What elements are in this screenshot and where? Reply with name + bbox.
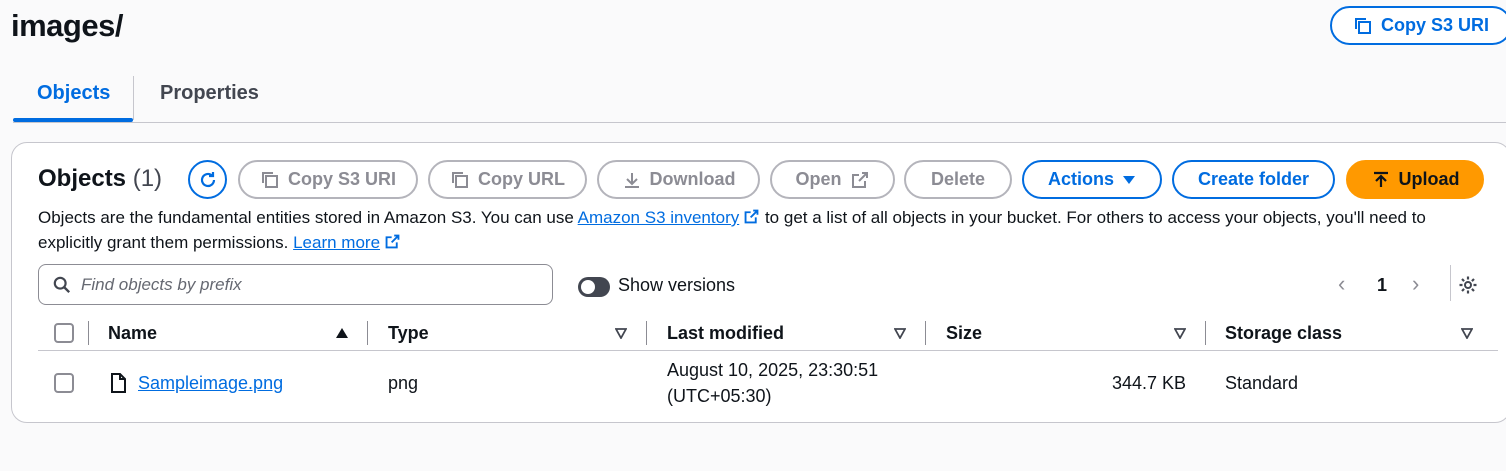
open-label: Open bbox=[795, 169, 842, 189]
search-input[interactable] bbox=[81, 274, 521, 295]
sort-icon[interactable] bbox=[1174, 327, 1186, 339]
sort-icon[interactable] bbox=[1461, 327, 1473, 339]
object-type: png bbox=[388, 373, 419, 393]
learn-more-link[interactable]: Learn more bbox=[293, 233, 380, 252]
previous-page-icon[interactable]: ‹ bbox=[1338, 271, 1345, 297]
tabs-divider-line bbox=[13, 122, 1506, 123]
column-separator bbox=[1205, 321, 1206, 345]
show-versions-toggle[interactable] bbox=[578, 277, 610, 297]
objects-title: Objects bbox=[38, 165, 127, 192]
table-header-divider bbox=[38, 350, 1498, 351]
refresh-icon bbox=[198, 170, 218, 190]
tabs: Objects Properties bbox=[0, 70, 1506, 123]
column-header-type[interactable]: Type bbox=[388, 323, 429, 344]
object-last-modified-tz: (UTC+05:30) bbox=[667, 386, 772, 406]
actions-dropdown[interactable]: Actions bbox=[1022, 160, 1162, 199]
copy-icon bbox=[1353, 16, 1373, 36]
sort-icon[interactable] bbox=[894, 327, 906, 339]
page-number[interactable]: 1 bbox=[1377, 275, 1387, 296]
copy-s3-uri-top-label: Copy S3 URI bbox=[1380, 15, 1490, 35]
object-name-link[interactable]: Sampleimage.png bbox=[138, 373, 283, 394]
column-header-storage-class[interactable]: Storage class bbox=[1225, 323, 1342, 344]
objects-header: Objects (1) bbox=[38, 165, 162, 193]
upload-icon bbox=[1371, 170, 1391, 190]
show-versions-label: Show versions bbox=[618, 275, 736, 295]
open-button[interactable]: Open bbox=[770, 160, 895, 199]
description-text-1: Objects are the fundamental entities sto… bbox=[38, 208, 578, 227]
copy-s3-uri-top-button[interactable]: Copy S3 URI bbox=[1330, 6, 1506, 45]
copy-url-label: Copy URL bbox=[478, 169, 565, 189]
pagination-divider bbox=[1450, 265, 1451, 301]
file-icon bbox=[111, 373, 126, 393]
column-header-last-modified[interactable]: Last modified bbox=[667, 323, 784, 344]
settings-gear-icon[interactable] bbox=[1458, 275, 1478, 295]
column-separator bbox=[367, 321, 368, 345]
copy-s3-uri-button[interactable]: Copy S3 URI bbox=[238, 160, 418, 199]
sort-icon[interactable] bbox=[615, 327, 627, 339]
select-all-checkbox[interactable] bbox=[54, 323, 74, 343]
column-header-name[interactable]: Name bbox=[108, 323, 157, 344]
download-icon bbox=[622, 170, 642, 190]
download-button[interactable]: Download bbox=[597, 160, 760, 199]
column-header-size[interactable]: Size bbox=[946, 323, 982, 344]
delete-button[interactable]: Delete bbox=[904, 160, 1012, 199]
copy-s3-uri-label: Copy S3 URI bbox=[287, 169, 397, 189]
copy-icon bbox=[450, 170, 470, 190]
external-link-icon bbox=[744, 209, 759, 224]
column-separator bbox=[925, 321, 926, 345]
search-icon bbox=[53, 276, 71, 294]
page-title: images/ bbox=[11, 8, 123, 43]
delete-label: Delete bbox=[930, 169, 986, 189]
toggle-knob bbox=[581, 280, 595, 294]
external-link-icon bbox=[850, 170, 870, 190]
s3-inventory-link[interactable]: Amazon S3 inventory bbox=[578, 208, 740, 227]
copy-icon bbox=[260, 170, 280, 190]
refresh-button[interactable] bbox=[188, 160, 227, 199]
tab-divider bbox=[133, 76, 134, 120]
tab-properties[interactable]: Properties bbox=[160, 82, 259, 105]
create-folder-label: Create folder bbox=[1197, 169, 1310, 189]
search-box bbox=[38, 264, 553, 305]
column-separator bbox=[88, 321, 89, 345]
upload-button[interactable]: Upload bbox=[1346, 160, 1484, 199]
tab-objects[interactable]: Objects bbox=[37, 82, 110, 105]
actions-label: Actions bbox=[1047, 169, 1114, 189]
objects-description: Objects are the fundamental entities sto… bbox=[38, 205, 1488, 255]
upload-label: Upload bbox=[1398, 169, 1460, 189]
objects-panel: Objects (1) Copy S3 URI Copy URL Downloa… bbox=[11, 142, 1506, 423]
sort-ascending-icon[interactable] bbox=[336, 327, 348, 339]
copy-url-button[interactable]: Copy URL bbox=[428, 160, 587, 199]
next-page-icon[interactable]: › bbox=[1412, 271, 1419, 297]
download-label: Download bbox=[649, 169, 736, 189]
objects-count: (1) bbox=[132, 165, 163, 192]
object-storage-class: Standard bbox=[1225, 373, 1299, 393]
row-checkbox[interactable] bbox=[54, 373, 74, 393]
external-link-icon bbox=[385, 234, 400, 249]
column-separator bbox=[646, 321, 647, 345]
create-folder-button[interactable]: Create folder bbox=[1172, 160, 1335, 199]
caret-down-icon bbox=[1122, 173, 1136, 187]
object-last-modified-date: August 10, 2025, 23:30:51 bbox=[667, 360, 879, 380]
object-size: 344.7 KB bbox=[1111, 373, 1186, 393]
